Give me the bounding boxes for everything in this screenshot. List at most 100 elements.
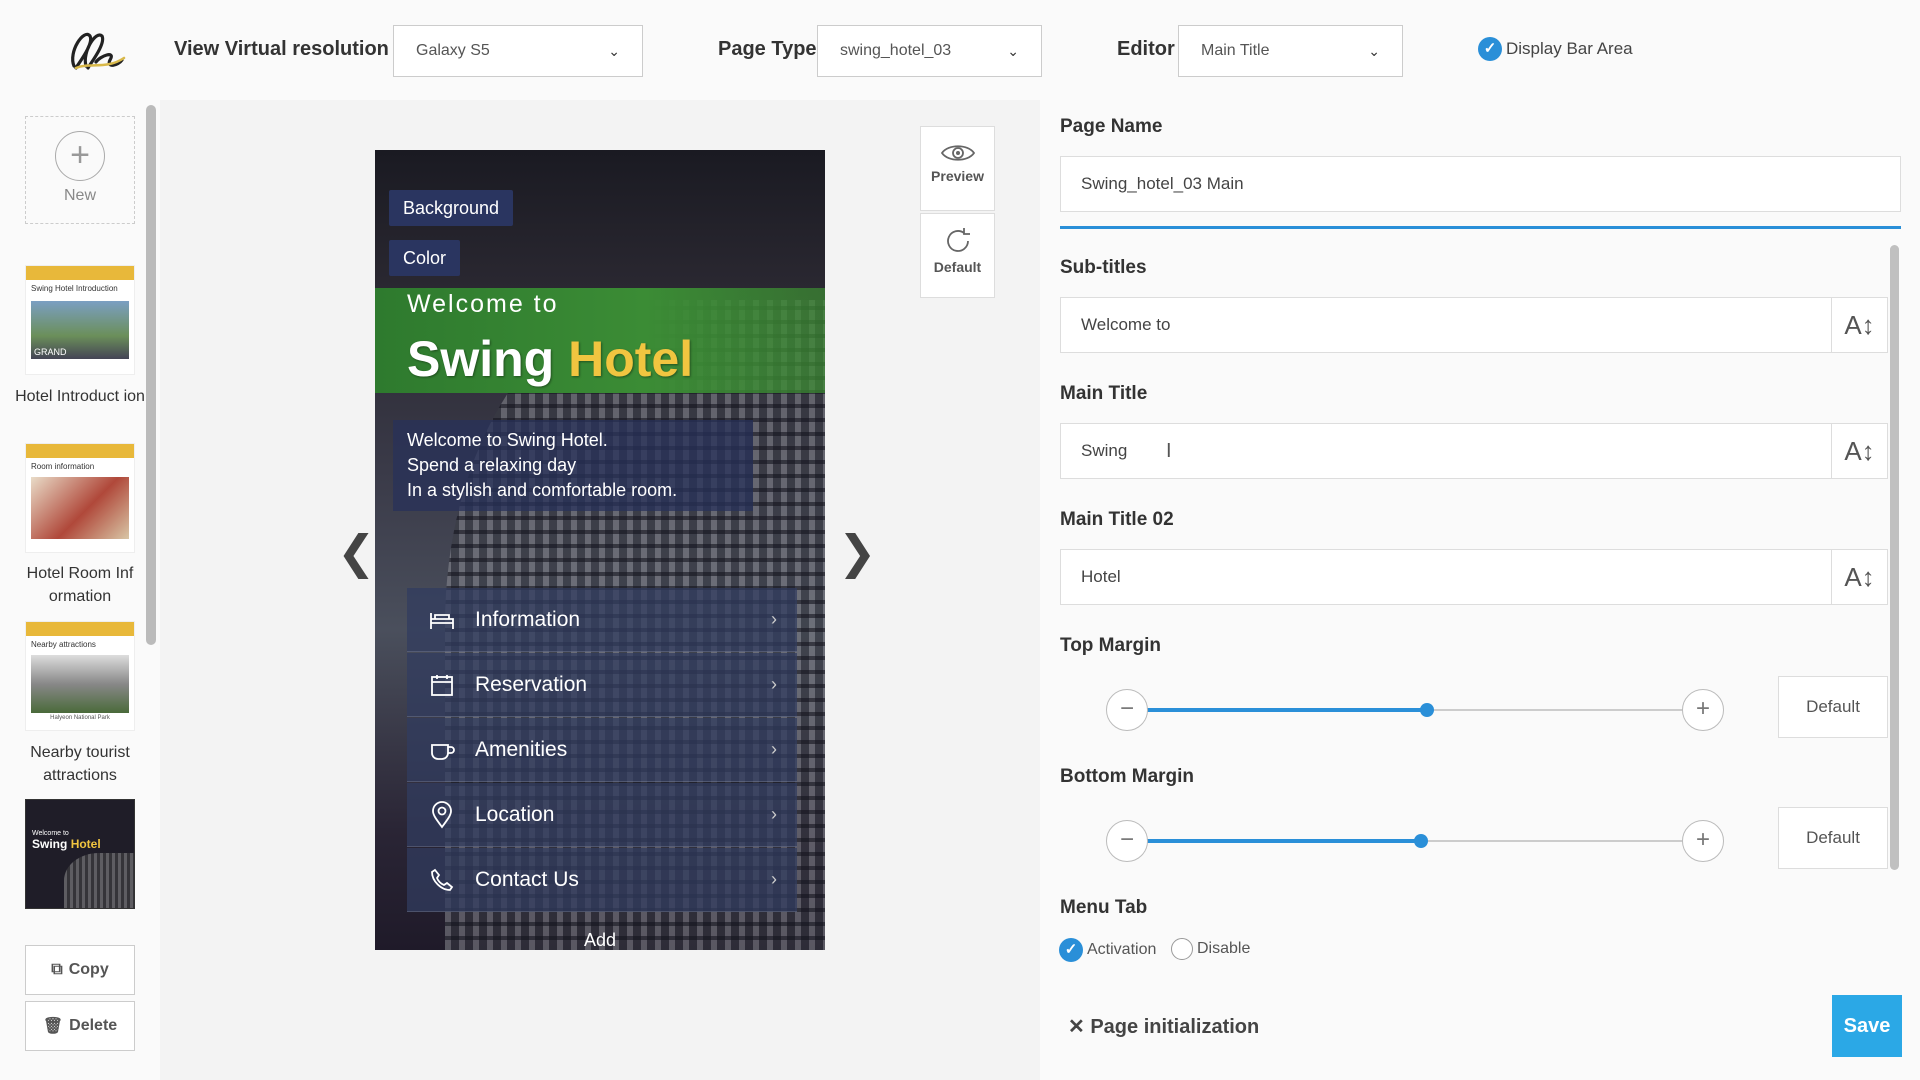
chevron-down-icon: ⌄ xyxy=(1007,42,1019,59)
description-line: Spend a relaxing day xyxy=(407,455,577,475)
preview-main-title-1: Swing xyxy=(407,331,555,387)
preview-menu: Information › Reservation › Amenities › … xyxy=(407,588,797,913)
background-tag[interactable]: Background xyxy=(389,190,514,226)
subtitles-input[interactable]: Welcome to A↕ xyxy=(1060,297,1888,353)
prev-page-arrow-icon[interactable]: ❮ xyxy=(337,525,376,579)
bed-icon xyxy=(427,609,457,631)
default-label: Default xyxy=(933,259,982,275)
copy-button[interactable]: ⧉ Copy xyxy=(25,945,135,995)
activation-label: Activation xyxy=(1087,941,1157,958)
slider-handle[interactable] xyxy=(1414,834,1429,848)
thumbnail-title: Nearby attractions xyxy=(31,640,96,649)
main-title-02-input[interactable]: Hotel A↕ xyxy=(1060,549,1888,605)
copy-label: Copy xyxy=(68,961,109,978)
display-bar-label: Display Bar Area xyxy=(1506,39,1633,58)
top-bar: View Virtual resolution Galaxy S5 ⌄ Page… xyxy=(0,0,1920,100)
eye-icon xyxy=(940,145,975,161)
font-size-icon[interactable]: A↕ xyxy=(1831,298,1887,352)
checkbox-checked-icon[interactable]: ✓ xyxy=(1478,37,1502,61)
chevron-right-icon: › xyxy=(771,739,777,759)
page-thumbnail[interactable]: Swing Hotel Introduction GRAND xyxy=(25,265,135,375)
active-underline xyxy=(1060,226,1901,229)
activation-radio[interactable]: ✓ Activation xyxy=(1059,938,1156,962)
thumbnail-image-caption: GRAND xyxy=(34,347,67,357)
slider-handle[interactable] xyxy=(1419,703,1434,717)
top-margin-slider[interactable]: − + xyxy=(1106,689,1724,731)
add-menu-button[interactable]: Add xyxy=(375,930,825,950)
color-tag[interactable]: Color xyxy=(389,240,461,276)
chevron-right-icon: › xyxy=(771,804,777,824)
panel-scrollbar[interactable] xyxy=(1890,245,1899,870)
increase-button[interactable]: + xyxy=(1682,820,1724,862)
page-list-sidebar: + New Swing Hotel Introduction GRAND Hot… xyxy=(0,100,155,1080)
font-size-icon[interactable]: A↕ xyxy=(1831,424,1887,478)
page-name-label: Page Name xyxy=(1060,116,1163,137)
description-line: Welcome to Swing Hotel. xyxy=(407,430,608,450)
display-bar-toggle[interactable]: ✓ Display Bar Area xyxy=(1478,37,1633,61)
new-page-button[interactable]: + New xyxy=(25,116,135,224)
delete-label: Delete xyxy=(69,1017,118,1034)
menu-item-contact-us[interactable]: Contact Us › xyxy=(407,848,797,912)
thumbnail-caption: Hotel Room Inf ormation xyxy=(26,565,134,605)
chevron-right-icon: › xyxy=(771,674,777,694)
subtitles-label: Sub-titles xyxy=(1060,257,1147,278)
resolution-select[interactable]: Galaxy S5 ⌄ xyxy=(393,25,643,77)
thumbnail-image: GRAND xyxy=(31,301,129,359)
main-title-label: Main Title xyxy=(1060,383,1148,404)
sidebar-scrollbar[interactable] xyxy=(146,105,156,645)
next-page-arrow-icon[interactable]: ❯ xyxy=(838,525,877,579)
page-thumbnail[interactable]: Room information xyxy=(25,443,135,553)
top-margin-default-button[interactable]: Default xyxy=(1778,676,1888,738)
chevron-right-icon: › xyxy=(771,609,777,629)
page-type-select[interactable]: swing_hotel_03 ⌄ xyxy=(817,25,1042,77)
page-initialization-button[interactable]: ✕ Page initialization xyxy=(1068,1014,1259,1039)
thumbnail-image xyxy=(31,477,129,539)
page-thumbnail[interactable]: Nearby attractions Halyeon National Park xyxy=(25,621,135,731)
menu-item-amenities[interactable]: Amenities › xyxy=(407,718,797,782)
disable-radio[interactable]: Disable xyxy=(1171,938,1250,960)
preview-button[interactable]: Preview xyxy=(920,126,995,211)
slider-fill xyxy=(1146,839,1422,843)
chevron-down-icon: ⌄ xyxy=(1368,42,1380,59)
thumbnail-caption: Nearby tourist attractions xyxy=(30,744,130,784)
phone-icon xyxy=(427,868,457,892)
page-thumbnail-selected[interactable]: Welcome to Swing Hotel xyxy=(25,799,135,909)
menu-item-location[interactable]: Location › xyxy=(407,783,797,847)
editor-label: Editor xyxy=(1117,38,1175,60)
preview-subtitle: Welcome to xyxy=(407,290,559,318)
bottom-margin-slider[interactable]: − + xyxy=(1106,820,1724,862)
menu-item-reservation[interactable]: Reservation › xyxy=(407,653,797,717)
slider-fill xyxy=(1146,708,1427,712)
thumbnail-main2: Hotel xyxy=(70,837,101,851)
page-initialization-label: Page initialization xyxy=(1090,1016,1260,1038)
menu-item-label: Reservation xyxy=(475,672,588,696)
trash-icon: 🗑 xyxy=(42,1018,64,1035)
font-size-icon[interactable]: A↕ xyxy=(1831,550,1887,604)
thumbnail-header-bar xyxy=(26,444,134,458)
menu-item-information[interactable]: Information › xyxy=(407,588,797,652)
save-button[interactable]: Save xyxy=(1832,995,1902,1057)
thumbnail-header-bar xyxy=(26,622,134,636)
thumbnail-title: Swing Hotel Introduction xyxy=(31,284,118,293)
page-type-label: Page Type xyxy=(718,38,817,60)
text-cursor-icon: I xyxy=(1166,440,1172,462)
main-title-02-value: Hotel xyxy=(1081,567,1121,586)
thumbnail-header-bar xyxy=(26,266,134,280)
page-name-value: Swing_hotel_03 Main xyxy=(1081,174,1244,193)
refresh-icon xyxy=(946,228,970,252)
bottom-margin-default-button[interactable]: Default xyxy=(1778,807,1888,869)
decrease-button[interactable]: − xyxy=(1106,689,1148,731)
main-title-input[interactable]: Swing I A↕ xyxy=(1060,423,1888,479)
new-label: New xyxy=(63,187,96,204)
preview-label: Preview xyxy=(931,168,984,184)
thumbnail-image-caption: Halyeon National Park xyxy=(50,715,110,721)
chevron-down-icon: ⌄ xyxy=(608,42,620,59)
delete-button[interactable]: 🗑 Delete xyxy=(25,1001,135,1051)
increase-button[interactable]: + xyxy=(1682,689,1724,731)
menu-item-label: Location xyxy=(475,802,555,826)
default-view-button[interactable]: Default xyxy=(920,213,995,298)
editor-select[interactable]: Main Title ⌄ xyxy=(1178,25,1403,77)
disable-label: Disable xyxy=(1197,940,1251,957)
page-name-input[interactable]: Swing_hotel_03 Main xyxy=(1060,156,1901,212)
decrease-button[interactable]: − xyxy=(1106,820,1148,862)
